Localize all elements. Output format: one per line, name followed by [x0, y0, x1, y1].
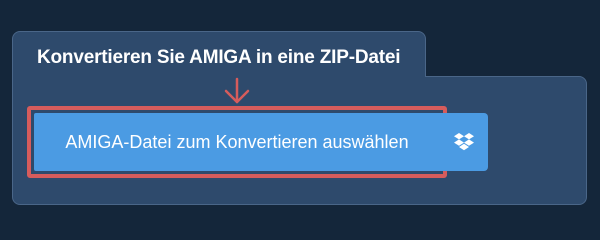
tab-title: Konvertieren Sie AMIGA in eine ZIP-Datei	[37, 47, 401, 68]
tab-panel-seam	[13, 70, 425, 82]
converter-widget: Konvertieren Sie AMIGA in eine ZIP-Datei…	[0, 0, 600, 230]
dropbox-button[interactable]	[440, 113, 488, 171]
arrow-down-icon	[224, 77, 250, 104]
dropbox-icon	[454, 133, 474, 151]
select-file-button-label: AMIGA-Datei zum Konvertieren auswählen	[65, 131, 409, 152]
select-file-button[interactable]: AMIGA-Datei zum Konvertieren auswählen	[34, 113, 440, 171]
